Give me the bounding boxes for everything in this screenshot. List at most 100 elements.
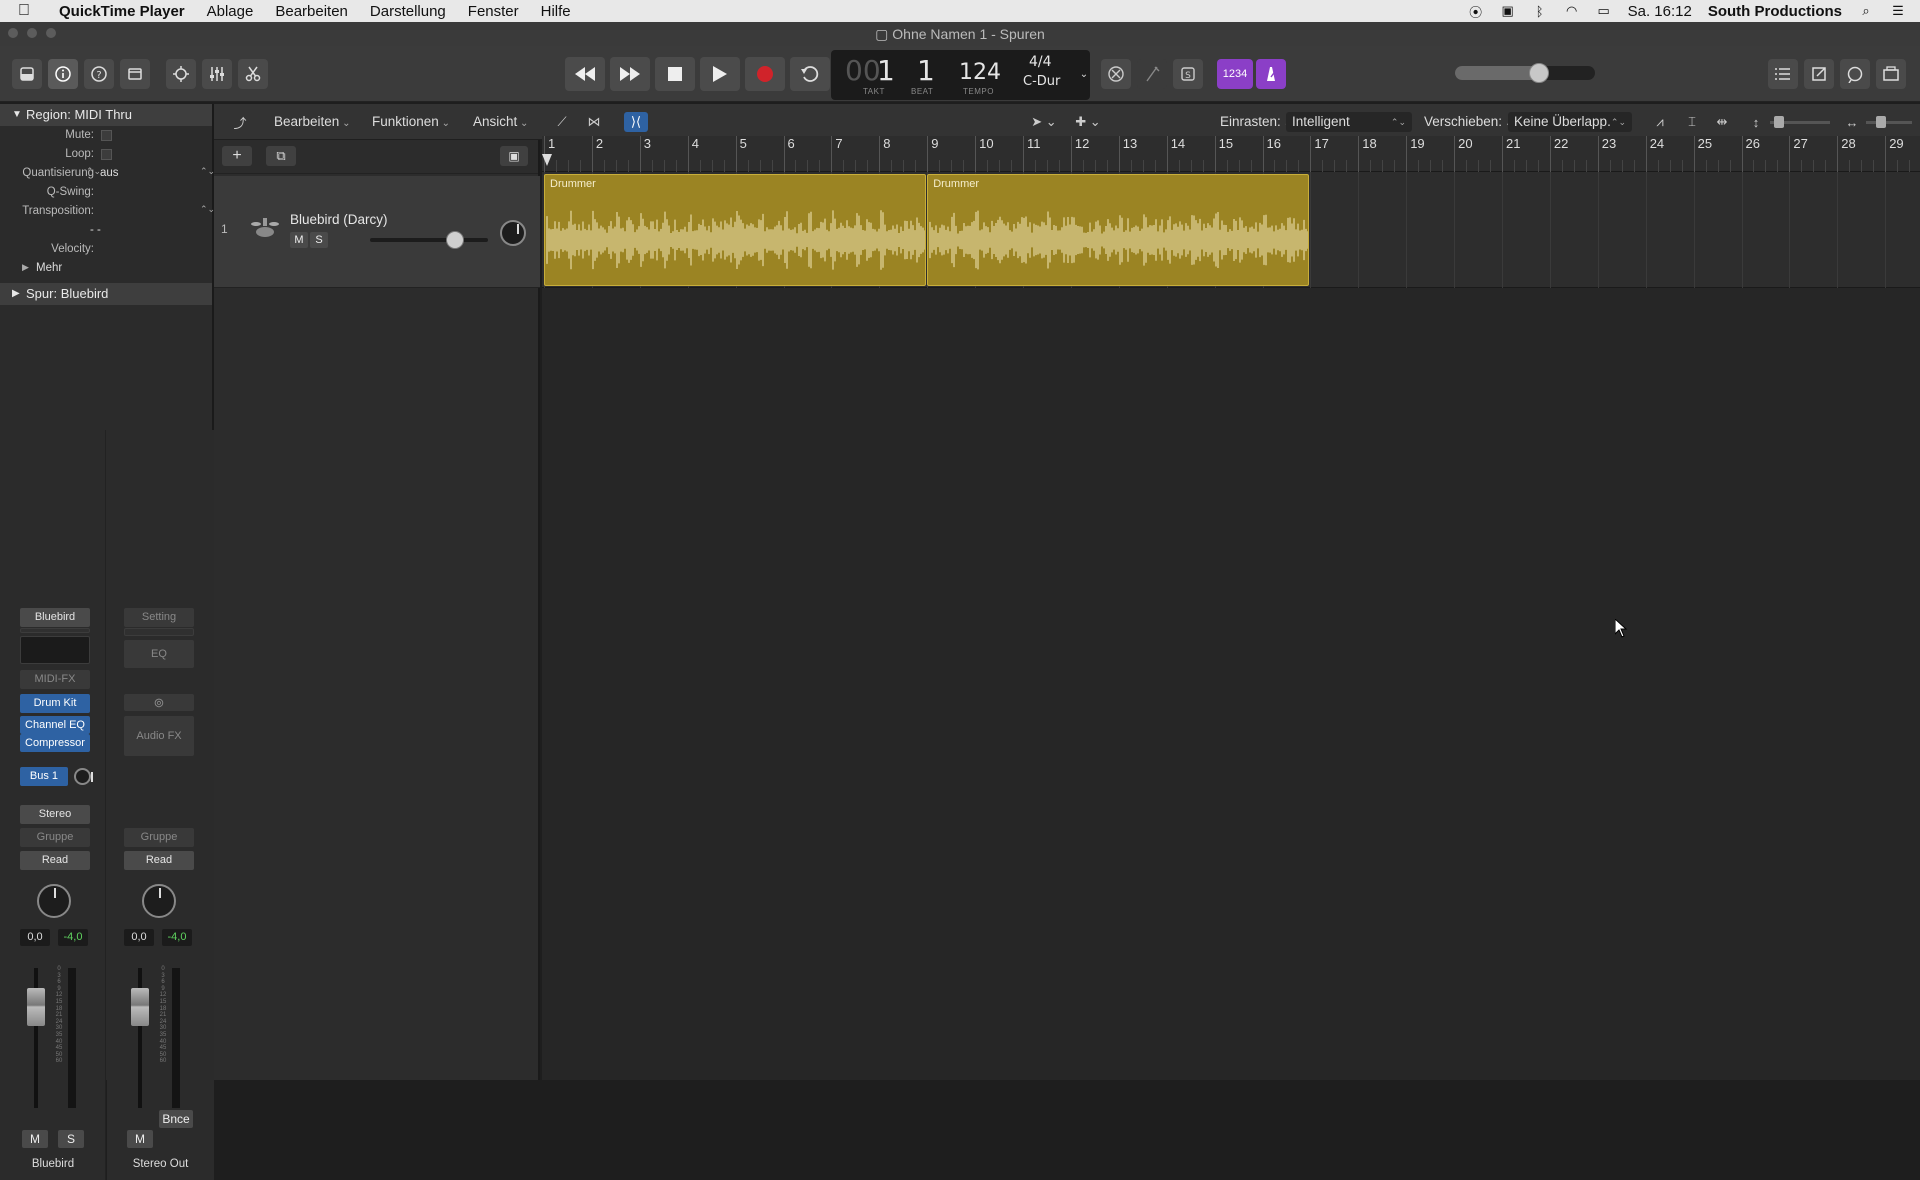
stepper-icon[interactable]: ⌃⌄ (86, 166, 101, 177)
quick-help-button[interactable]: ? (84, 59, 114, 89)
eq-display-out[interactable] (124, 628, 194, 636)
browser-button[interactable] (1876, 59, 1906, 89)
setting-button-out[interactable]: Setting (124, 608, 194, 627)
region-param-row[interactable]: Q-Swing: (0, 183, 212, 202)
track-solo-button[interactable]: S (310, 232, 328, 248)
menu-app[interactable]: QuickTime Player (48, 3, 196, 20)
horizontal-fit-icon[interactable]: ⇹ (1710, 112, 1734, 132)
group-slot[interactable]: Gruppe (20, 828, 90, 847)
region-param-row[interactable]: Quantisierung aus ⌃⌄ ⌃⌄ (0, 164, 215, 183)
track-pan-knob[interactable] (500, 220, 526, 246)
link-icon[interactable]: ⊚ (124, 694, 194, 711)
global-tracks-button[interactable]: ▣ (500, 146, 528, 166)
group-slot-out[interactable]: Gruppe (124, 828, 194, 847)
drag-select[interactable]: Keine Überlapp. (1508, 112, 1632, 132)
flex-icon[interactable]: ⋈ (582, 112, 606, 132)
pan-knob[interactable] (37, 884, 71, 918)
automation-mode-out[interactable]: Read (124, 851, 194, 870)
setting-button[interactable]: Bluebird (20, 608, 90, 627)
horizontal-zoom-thumb[interactable] (1876, 116, 1886, 128)
inspector-button[interactable] (48, 59, 78, 89)
volume-fader-cap[interactable] (27, 988, 45, 1026)
replace-mode-button[interactable] (1101, 59, 1131, 89)
track-inspector-header[interactable]: Spur: Bluebird (0, 283, 212, 305)
menu-fenster[interactable]: Fenster (457, 3, 530, 20)
more-disclosure[interactable]: ▶ Mehr (0, 259, 212, 278)
pencil-tool-icon[interactable]: ✚ ⌄ (1068, 112, 1108, 132)
region-param-row[interactable]: Transposition: ⌃⌄ (0, 202, 215, 221)
eq-thumbnail[interactable] (20, 636, 90, 664)
vertical-fit-icon[interactable]: ⌶ (1680, 112, 1704, 132)
param-value[interactable]: aus (100, 167, 119, 179)
menubar-user[interactable]: South Productions (1708, 3, 1842, 20)
editors-button[interactable] (238, 59, 268, 89)
pan-value-out[interactable]: 0,0 (124, 929, 154, 946)
wifi-icon[interactable]: ◠ (1564, 3, 1580, 18)
menu-view[interactable]: Ansicht (473, 112, 528, 132)
track-mute-button[interactable]: M (290, 232, 308, 248)
vertical-zoom-thumb[interactable] (1774, 116, 1784, 128)
level-value-out[interactable]: -4,0 (162, 929, 192, 946)
fast-forward-button[interactable] (610, 57, 650, 91)
loop-browser-button[interactable] (1840, 59, 1870, 89)
pan-knob-out[interactable] (142, 884, 176, 918)
horizontal-zoom-icon[interactable]: ↔ (1840, 112, 1864, 132)
toolbar-button[interactable] (120, 59, 150, 89)
catch-playhead-icon[interactable]: ⟩⟨ (624, 112, 648, 132)
vertical-zoom-slider[interactable] (1770, 116, 1830, 128)
midi-fx-slot[interactable]: MIDI-FX (20, 670, 90, 689)
param-value[interactable]: - - (90, 224, 101, 236)
menu-edit[interactable]: Bearbeiten (274, 112, 350, 132)
arrange-area[interactable]: Drummer Drummer (542, 172, 1920, 1080)
audio-fx-slot-out[interactable]: Audio FX (124, 716, 194, 756)
metronome-button[interactable] (1256, 59, 1286, 89)
play-button[interactable] (700, 57, 740, 91)
add-track-button[interactable]: + (222, 146, 252, 166)
bluetooth-icon[interactable]: ᛒ (1532, 4, 1548, 19)
instrument-slot[interactable]: Drum Kit (20, 694, 90, 713)
automation-mode[interactable]: Read (20, 851, 90, 870)
playhead-marker[interactable] (542, 154, 552, 166)
track-name[interactable]: Bluebird (Darcy) (290, 212, 388, 227)
lcd-display-menu-icon[interactable]: ⌄ (1078, 59, 1090, 89)
menu-bearbeiten[interactable]: Bearbeiten (264, 3, 359, 20)
send-slot[interactable]: Bus 1 (20, 767, 68, 786)
region-param-row[interactable]: - - (0, 221, 212, 240)
menu-darstellung[interactable]: Darstellung (359, 3, 457, 20)
master-volume-thumb[interactable] (1529, 63, 1549, 83)
track-header-row[interactable]: 1 Bluebird (Darcy) M S (214, 176, 540, 288)
screen-record-icon[interactable]: ⦿ (1468, 4, 1484, 20)
audio-fx-slot-2[interactable]: Compressor (20, 734, 90, 752)
pointer-tool-icon[interactable]: ➤ ⌄ (1024, 112, 1064, 132)
track-lane[interactable]: Drummer Drummer (542, 172, 1920, 288)
tuner-button[interactable] (1137, 59, 1167, 89)
waveform-zoom-icon[interactable]: ⩘ (1648, 112, 1672, 132)
region-param-row[interactable]: Loop: (0, 145, 212, 164)
drummer-region[interactable]: Drummer (544, 174, 927, 286)
back-icon[interactable]: ⤴ (228, 112, 252, 132)
display-icon[interactable]: ▭ (1596, 3, 1612, 18)
snap-select[interactable]: Intelligent (1286, 112, 1412, 132)
lcd-display[interactable]: 00 1 1 TAKT BEAT 124 TEMPO 4/4 C-Dur (831, 50, 1090, 100)
duplicate-track-button[interactable]: ⧉ (266, 146, 296, 166)
record-button[interactable] (745, 57, 785, 91)
volume-fader-cap-out[interactable] (131, 988, 149, 1026)
library-button[interactable] (12, 59, 42, 89)
airplay-display-icon[interactable]: ▣ (1500, 3, 1516, 18)
track-volume-slider[interactable] (370, 238, 488, 242)
stop-button[interactable] (655, 57, 695, 91)
menu-ablage[interactable]: Ablage (196, 3, 265, 20)
menu-functions[interactable]: Funktionen (372, 112, 450, 132)
apple-menu-icon[interactable]:  (0, 2, 48, 20)
spotlight-search-icon[interactable]: ⌕ (1858, 3, 1874, 18)
notepad-button[interactable] (1804, 59, 1834, 89)
automation-icon[interactable]: ⟋ (550, 112, 574, 132)
count-in-button[interactable]: 1234 (1217, 59, 1253, 89)
mixer-button[interactable] (202, 59, 232, 89)
region-param-row[interactable]: Mute: (0, 126, 212, 145)
param-checkbox[interactable] (101, 130, 112, 141)
track-volume-thumb[interactable] (446, 231, 464, 249)
smart-controls-button[interactable] (166, 59, 196, 89)
drummer-region[interactable]: Drummer (927, 174, 1310, 286)
solo-button[interactable]: S (1173, 59, 1203, 89)
